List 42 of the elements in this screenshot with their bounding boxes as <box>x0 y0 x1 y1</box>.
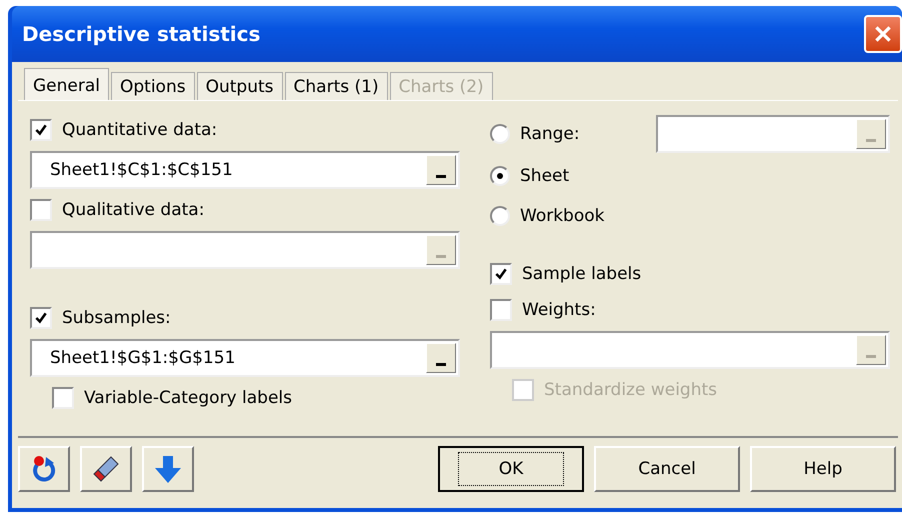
checkbox-label: Variable-Category labels <box>84 388 292 408</box>
tab[interactable]: Options <box>111 72 195 100</box>
eraser-button[interactable] <box>80 446 132 492</box>
window-title: Descriptive statistics <box>22 22 260 46</box>
range-field[interactable] <box>656 115 890 153</box>
radio-label: Workbook <box>520 206 604 226</box>
down-arrow-icon <box>153 453 183 485</box>
checkbox[interactable] <box>30 119 52 141</box>
checkbox[interactable] <box>490 263 512 285</box>
checkbox-label: Quantitative data: <box>62 120 218 140</box>
tab[interactable]: Outputs <box>196 72 283 100</box>
range-field[interactable]: Sheet1!$C$1:$C$151 <box>30 151 460 189</box>
tab[interactable]: Charts (1) <box>284 72 388 100</box>
check-icon <box>34 123 48 137</box>
checkbox-label: Standardize weights <box>544 380 718 400</box>
dialog-button[interactable]: Cancel <box>594 446 740 492</box>
check-icon <box>34 311 48 325</box>
range-field[interactable]: Sheet1!$G$1:$G$151 <box>30 339 460 377</box>
checkbox-label: Weights: <box>522 300 596 320</box>
reset-button[interactable] <box>18 446 70 492</box>
checkbox[interactable] <box>30 199 52 221</box>
down-button[interactable] <box>142 446 194 492</box>
checkbox-label: Subsamples: <box>62 308 171 328</box>
checkbox-label: Sample labels <box>522 264 642 284</box>
dialog-button[interactable]: OK <box>438 446 584 492</box>
range-field[interactable] <box>490 331 890 369</box>
check-icon <box>494 267 508 281</box>
radio-button[interactable] <box>490 206 510 226</box>
pick-button[interactable] <box>426 343 456 373</box>
close-button[interactable] <box>864 15 902 53</box>
radio-label: Sheet <box>520 166 570 186</box>
range-field[interactable] <box>30 231 460 269</box>
checkbox[interactable] <box>30 307 52 329</box>
radio-label: Range: <box>520 124 580 144</box>
checkbox[interactable] <box>52 387 74 409</box>
radio-button[interactable] <box>490 124 510 144</box>
tab[interactable]: General <box>24 68 109 100</box>
dialog-button[interactable]: Help <box>750 446 896 492</box>
checkbox[interactable] <box>490 299 512 321</box>
radio-button[interactable] <box>490 166 510 186</box>
pick-button[interactable] <box>426 155 456 185</box>
checkbox-label: Qualitative data: <box>62 200 204 220</box>
